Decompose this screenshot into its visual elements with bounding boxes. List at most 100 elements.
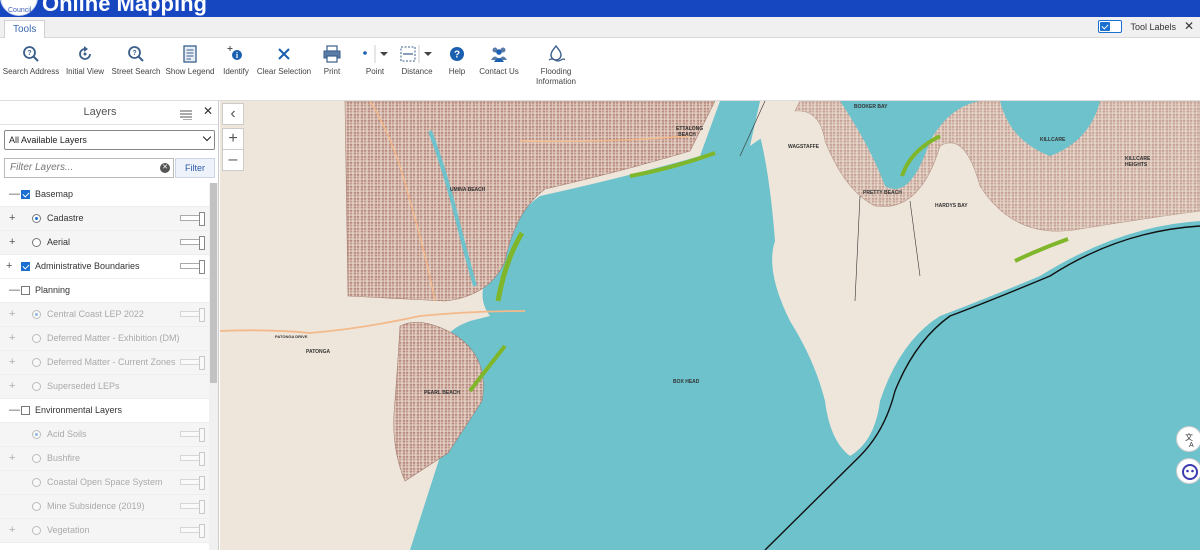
distance-button[interactable]: Distance [399,44,435,77]
expand-icon[interactable]: + [9,453,15,464]
layer-radio[interactable] [32,214,41,223]
clear-selection-button[interactable]: Clear Selection [257,44,311,77]
print-button[interactable]: Print [320,44,344,77]
close-icon[interactable]: ✕ [203,104,213,118]
layer-row-environmental-layers[interactable]: — Environmental Layers [0,399,209,423]
layer-row-bushfire[interactable]: + Bushfire [0,447,209,471]
layer-row-basemap[interactable]: — Basemap [0,183,209,207]
search-address-button[interactable]: ? Search Address [3,44,59,77]
layer-name: Deferred Matter - Current Zones [47,357,176,367]
tab-tools[interactable]: Tools [4,20,46,39]
expand-icon[interactable]: + [9,381,15,392]
opacity-slider[interactable] [180,452,205,466]
zoom-in-button[interactable]: + [222,128,244,150]
zoom-out-button[interactable]: – [222,149,244,171]
printer-icon [322,44,342,64]
scrollbar-thumb[interactable] [210,183,217,383]
layer-row-cadastre[interactable]: + Cadastre [0,207,209,231]
layer-row-deferred-matter-current[interactable]: + Deferred Matter - Current Zones [0,351,209,375]
opacity-slider[interactable] [180,308,205,322]
layer-row-aerial[interactable]: + Aerial [0,231,209,255]
expand-icon[interactable]: + [9,357,15,368]
layer-radio[interactable] [32,478,41,487]
expand-icon[interactable]: + [9,333,15,344]
layer-row-vegetation[interactable]: + Vegetation [0,519,209,543]
layer-radio[interactable] [32,502,41,511]
opacity-slider[interactable] [180,356,205,370]
layer-name: Planning [35,285,71,295]
opacity-slider[interactable] [180,428,205,442]
menu-icon[interactable] [180,107,192,125]
collapse-icon[interactable]: — [9,285,20,296]
expand-icon[interactable]: + [9,213,15,224]
filter-layers-input[interactable]: Filter Layers... [4,158,174,178]
expand-icon[interactable]: + [6,261,12,272]
layer-radio[interactable] [32,382,41,391]
tool-labels-toggle[interactable] [1098,20,1123,33]
tool-label: Print [323,67,341,76]
opacity-slider[interactable] [180,476,205,490]
opacity-slider[interactable] [180,500,205,514]
layer-name: Cadastre [47,213,84,223]
identify-icon: i [226,44,246,64]
ruler-icon [399,44,435,64]
point-icon [360,44,390,64]
map-label: PEARL BEACH [424,390,461,396]
layer-radio[interactable] [32,526,41,535]
layer-radio[interactable] [32,358,41,367]
layers-scrollbar[interactable] [209,183,218,550]
collapse-panel-button[interactable]: ‹ [222,103,244,125]
layer-radio[interactable] [32,238,41,247]
layer-checkbox[interactable] [21,406,30,415]
opacity-slider[interactable] [180,236,205,250]
layer-row-planning[interactable]: — Planning [0,279,209,303]
layer-group-select[interactable]: All Available Layers [4,130,215,150]
layer-checkbox[interactable] [21,190,30,199]
contact-us-button[interactable]: Contact Us [479,44,519,77]
filter-button[interactable]: Filter [175,158,215,178]
expand-icon[interactable]: + [9,309,15,320]
layer-row-superseded-leps[interactable]: + Superseded LEPs [0,375,209,399]
assistant-button[interactable] [1176,458,1200,484]
opacity-slider[interactable] [180,260,205,274]
map-view[interactable]: BOOKER BAY ETTALONG BEACH WAGSTAFFE KILL… [220,101,1200,550]
expand-icon[interactable]: + [9,525,15,536]
collapse-icon[interactable]: — [9,189,20,200]
map-label: HARDYS BAY [935,203,968,209]
expand-icon[interactable]: + [9,237,15,248]
tool-label: Flooding Information [535,67,577,86]
initial-view-button[interactable]: Initial View [65,44,105,77]
layer-row-acid-soils[interactable]: Acid Soils [0,423,209,447]
layer-row-mine-subsidence[interactable]: Mine Subsidence (2019) [0,495,209,519]
point-button[interactable]: Point [360,44,390,77]
collapse-icon[interactable]: — [9,405,20,416]
layer-radio[interactable] [32,430,41,439]
translate-button[interactable]: 文A [1176,426,1200,452]
flooding-information-button[interactable]: Flooding Information [533,44,579,87]
opacity-slider[interactable] [180,212,205,226]
help-icon: ? [447,44,467,64]
clear-filter-icon[interactable]: ✕ [160,163,170,173]
layers-panel: Layers ✕ All Available Layers Filter Lay… [0,101,219,550]
identify-button[interactable]: i Identify [222,44,250,77]
close-icon[interactable]: ✕ [1184,19,1194,33]
layer-row-coastal-open-space[interactable]: Coastal Open Space System [0,471,209,495]
layer-name: Aerial [47,237,71,247]
layer-radio[interactable] [32,454,41,463]
suburb-umina [344,101,716,302]
layer-checkbox[interactable] [21,286,30,295]
layer-row-deferred-matter-exhibition[interactable]: + Deferred Matter - Exhibition (DM) [0,327,209,351]
layer-radio[interactable] [32,310,41,319]
council-logo[interactable]: Council [0,0,38,16]
layer-checkbox[interactable] [21,262,30,271]
show-legend-button[interactable]: Show Legend [166,44,214,77]
toolbar: ? Search Address Initial View ? Street S… [0,38,1200,101]
opacity-slider[interactable] [180,524,205,538]
search-help-icon: ? [21,44,41,64]
map-label: BOOKER BAY [854,104,888,110]
layer-radio[interactable] [32,334,41,343]
help-button[interactable]: ? Help [446,44,468,77]
layer-row-central-coast-lep[interactable]: + Central Coast LEP 2022 [0,303,209,327]
layer-row-administrative-boundaries[interactable]: + Administrative Boundaries [0,255,209,279]
street-search-button[interactable]: ? Street Search [112,44,160,77]
